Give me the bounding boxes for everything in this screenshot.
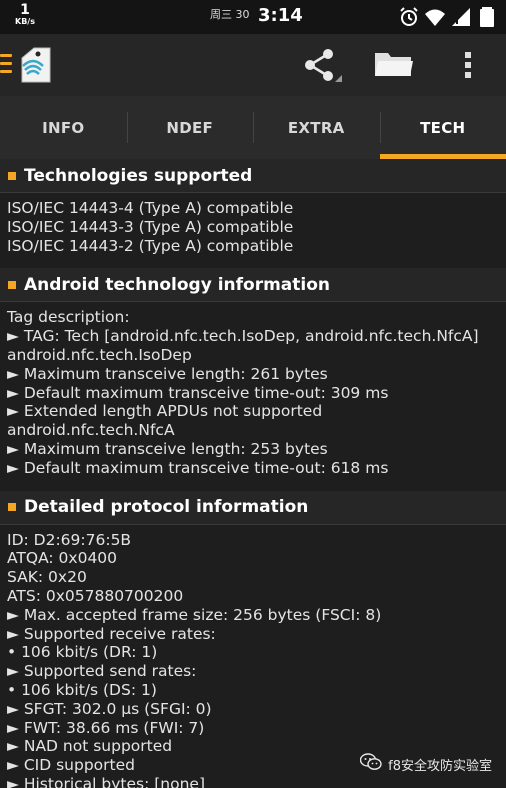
info-line: ► Default maximum transceive time-out: 6… bbox=[7, 458, 389, 477]
info-line: • 106 kbit/s (DS: 1) bbox=[7, 680, 157, 699]
info-line: android.nfc.tech.IsoDep bbox=[7, 345, 192, 364]
alarm-icon bbox=[398, 6, 420, 28]
status-date: 周三 30 bbox=[210, 8, 250, 21]
tab-bar: INFO NDEF EXTRA TECH bbox=[0, 96, 506, 159]
info-line: ► SFGT: 302.0 µs (SFGI: 0) bbox=[7, 699, 212, 718]
network-speed: 1 KB/s bbox=[10, 2, 40, 26]
tab-ndef[interactable]: NDEF bbox=[126, 96, 254, 159]
battery-icon bbox=[476, 6, 498, 28]
info-line: ISO/IEC 14443-3 (Type A) compatible bbox=[7, 217, 294, 236]
watermark-text: f8安全攻防实验室 bbox=[388, 758, 492, 774]
folder-icon[interactable] bbox=[374, 50, 414, 82]
signal-icon bbox=[450, 6, 472, 28]
status-time: 3:14 bbox=[258, 5, 303, 26]
section-body-protocol: ID: D2:69:76:5B ATQA: 0x0400 SAK: 0x20 A… bbox=[0, 525, 506, 788]
section-body-android-tech: Tag description: ► TAG: Tech [android.nf… bbox=[0, 302, 506, 485]
network-speed-unit: KB/s bbox=[15, 17, 35, 26]
section-body-technologies: ISO/IEC 14443-4 (Type A) compatible ISO/… bbox=[0, 193, 506, 263]
nfc-tag-app-icon[interactable] bbox=[16, 44, 58, 90]
section-title: Detailed protocol information bbox=[24, 497, 309, 518]
info-line: ► Default maximum transceive time-out: 3… bbox=[7, 383, 389, 402]
hamburger-icon[interactable] bbox=[0, 54, 12, 74]
info-line: ► Maximum transceive length: 261 bytes bbox=[7, 364, 328, 383]
info-line: ► Supported send rates: bbox=[7, 662, 197, 681]
section-title: Technologies supported bbox=[24, 165, 253, 186]
more-vert-icon[interactable] bbox=[462, 50, 474, 84]
section-header-protocol: Detailed protocol information bbox=[0, 490, 506, 525]
section-header-technologies: Technologies supported bbox=[0, 159, 506, 193]
info-line: ATS: 0x057880700200 bbox=[7, 586, 184, 605]
info-line: SAK: 0x20 bbox=[7, 568, 87, 587]
watermark: f8安全攻防实验室 bbox=[359, 753, 492, 775]
wechat-icon bbox=[359, 753, 382, 775]
app-toolbar bbox=[0, 34, 506, 96]
section-title: Android technology information bbox=[24, 274, 331, 295]
info-line: ID: D2:69:76:5B bbox=[7, 530, 132, 549]
section-bullet-icon bbox=[8, 171, 16, 180]
info-line: ► Extended length APDUs not supported bbox=[7, 402, 323, 421]
section-header-android-tech: Android technology information bbox=[0, 268, 506, 303]
tech-content[interactable]: Technologies supported ISO/IEC 14443-4 (… bbox=[0, 159, 506, 788]
info-line: ► TAG: Tech [android.nfc.tech.IsoDep, an… bbox=[7, 327, 479, 346]
section-bullet-icon bbox=[8, 503, 16, 512]
info-line: ► Maximum transceive length: 253 bytes bbox=[7, 439, 328, 458]
tab-extra[interactable]: EXTRA bbox=[253, 96, 380, 159]
info-line: ISO/IEC 14443-4 (Type A) compatible bbox=[7, 199, 294, 217]
info-line: ISO/IEC 14443-2 (Type A) compatible bbox=[7, 236, 294, 255]
info-line: ► Max. accepted frame size: 256 bytes (F… bbox=[7, 605, 382, 624]
info-line: ATQA: 0x0400 bbox=[7, 549, 118, 568]
info-line: ► Supported receive rates: bbox=[7, 624, 216, 643]
info-line: ► Historical bytes: [none] bbox=[7, 774, 205, 788]
network-speed-value: 1 bbox=[20, 2, 30, 18]
info-line: android.nfc.tech.NfcA bbox=[7, 421, 175, 440]
status-bar: 1 KB/s 周三 30 3:14 bbox=[0, 0, 506, 34]
share-icon[interactable] bbox=[302, 48, 342, 86]
info-line: ► FWT: 38.66 ms (FWI: 7) bbox=[7, 718, 205, 737]
info-line: Tag description: bbox=[7, 308, 130, 327]
section-bullet-icon bbox=[8, 280, 16, 289]
tab-tech[interactable]: TECH bbox=[379, 96, 506, 159]
wifi-icon bbox=[424, 6, 446, 28]
tab-info[interactable]: INFO bbox=[0, 96, 127, 159]
info-line: • 106 kbit/s (DR: 1) bbox=[7, 643, 158, 662]
